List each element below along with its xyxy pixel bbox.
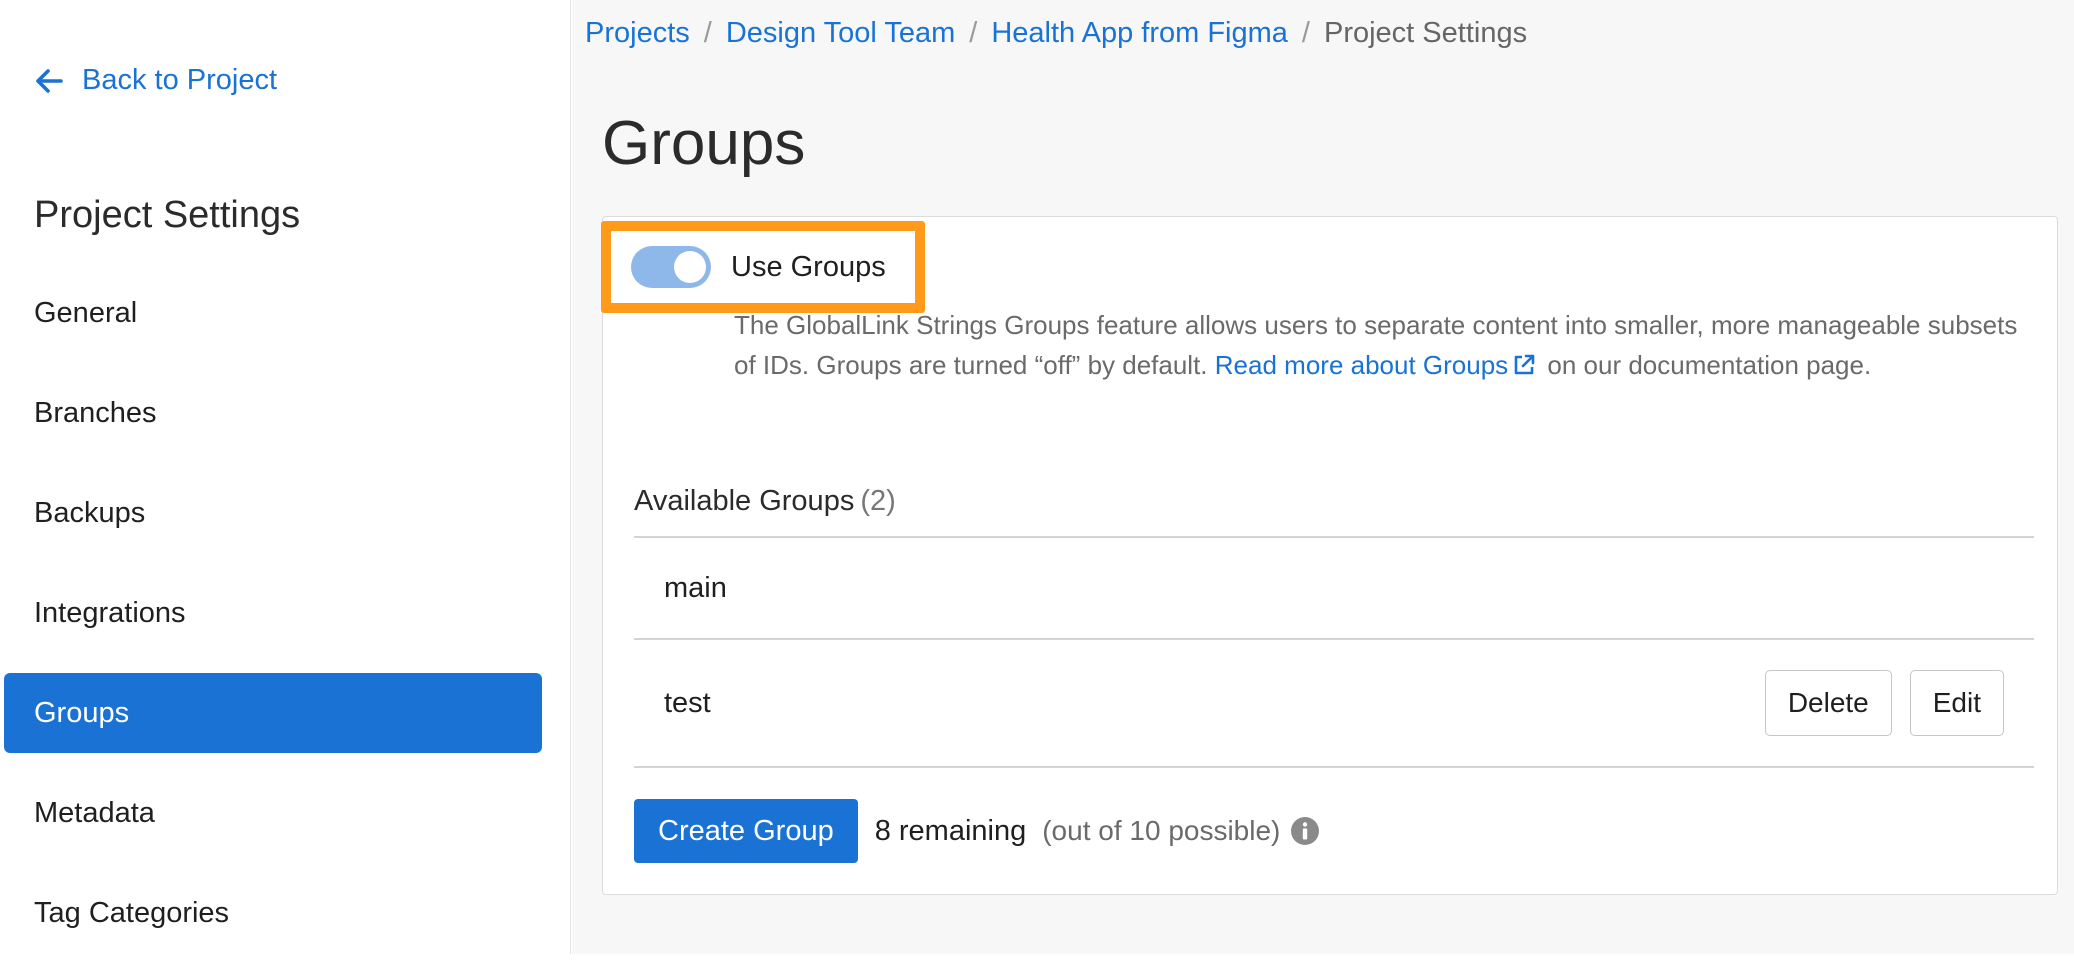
back-to-project-link[interactable]: Back to Project [34,64,277,97]
sidebar-item-label: General [34,296,138,329]
delete-group-button[interactable]: Delete [1764,670,1892,736]
groups-possible: (out of 10 possible) [1042,815,1281,846]
sidebar-item-branches[interactable]: Branches [4,373,542,453]
breadcrumb-separator: / [969,17,978,49]
use-groups-label: Use Groups [731,250,886,283]
group-name: main [664,571,727,604]
breadcrumb-health-app[interactable]: Health App from Figma [991,17,1288,50]
breadcrumb-design-tool-team[interactable]: Design Tool Team [726,17,955,50]
breadcrumb-projects[interactable]: Projects [585,17,690,50]
group-name: test [664,686,711,719]
sidebar: Back to Project Project Settings General… [0,0,571,954]
sidebar-item-groups[interactable]: Groups [4,673,542,753]
info-circle-icon[interactable] [1290,816,1320,846]
sidebar-item-label: Groups [34,696,130,729]
available-groups-header: Available Groups (2) [634,485,896,518]
use-groups-toggle[interactable] [631,246,711,288]
group-row-actions: Delete Edit [1764,670,2004,736]
groups-card: Use Groups The GlobalLink Strings Groups… [601,216,2058,895]
sidebar-title: Project Settings [34,194,301,236]
available-groups-count: (2) [860,485,896,517]
sidebar-item-label: Tag Categories [34,896,230,929]
sidebar-item-metadata[interactable]: Metadata [4,773,542,853]
groups-list: main test Delete Edit [634,536,2034,768]
breadcrumb: Projects / Design Tool Team / Health App… [585,17,1527,50]
sidebar-item-general[interactable]: General [4,273,542,353]
breadcrumb-separator: / [1301,17,1310,49]
use-groups-highlight: Use Groups [601,221,925,313]
sidebar-item-integrations[interactable]: Integrations [4,573,542,653]
groups-footer: Create Group 8 remaining (out of 10 poss… [634,799,1320,863]
edit-group-button[interactable]: Edit [1909,670,2004,736]
page-title: Groups [602,109,806,178]
description-text-after: on our documentation page. [1547,350,1872,380]
arrow-left-icon [34,66,64,96]
sidebar-item-label: Integrations [34,596,186,629]
available-groups-label: Available Groups [634,485,855,517]
external-link-icon [1512,348,1536,388]
groups-description: The GlobalLink Strings Groups feature al… [734,305,2034,388]
toggle-knob [674,251,706,283]
group-row-test: test Delete Edit [634,638,2034,768]
sidebar-item-backups[interactable]: Backups [4,473,542,553]
group-row-main: main [634,536,2034,638]
sidebar-item-tag-categories[interactable]: Tag Categories [4,873,542,953]
back-to-project-label: Back to Project [82,64,278,96]
sidebar-item-label: Branches [34,396,157,429]
main-content: Projects / Design Tool Team / Health App… [572,0,2074,954]
read-more-label: Read more about Groups [1214,350,1509,380]
sidebar-item-label: Backups [34,496,146,529]
groups-remaining: 8 remaining [874,814,1027,847]
breadcrumb-current: Project Settings [1323,17,1528,49]
read-more-groups-link[interactable]: Read more about Groups [1215,350,1540,380]
sidebar-item-label: Metadata [34,796,155,829]
create-group-button[interactable]: Create Group [634,799,858,863]
breadcrumb-separator: / [703,17,712,49]
settings-nav: General Branches Backups Integrations Gr… [4,273,542,973]
